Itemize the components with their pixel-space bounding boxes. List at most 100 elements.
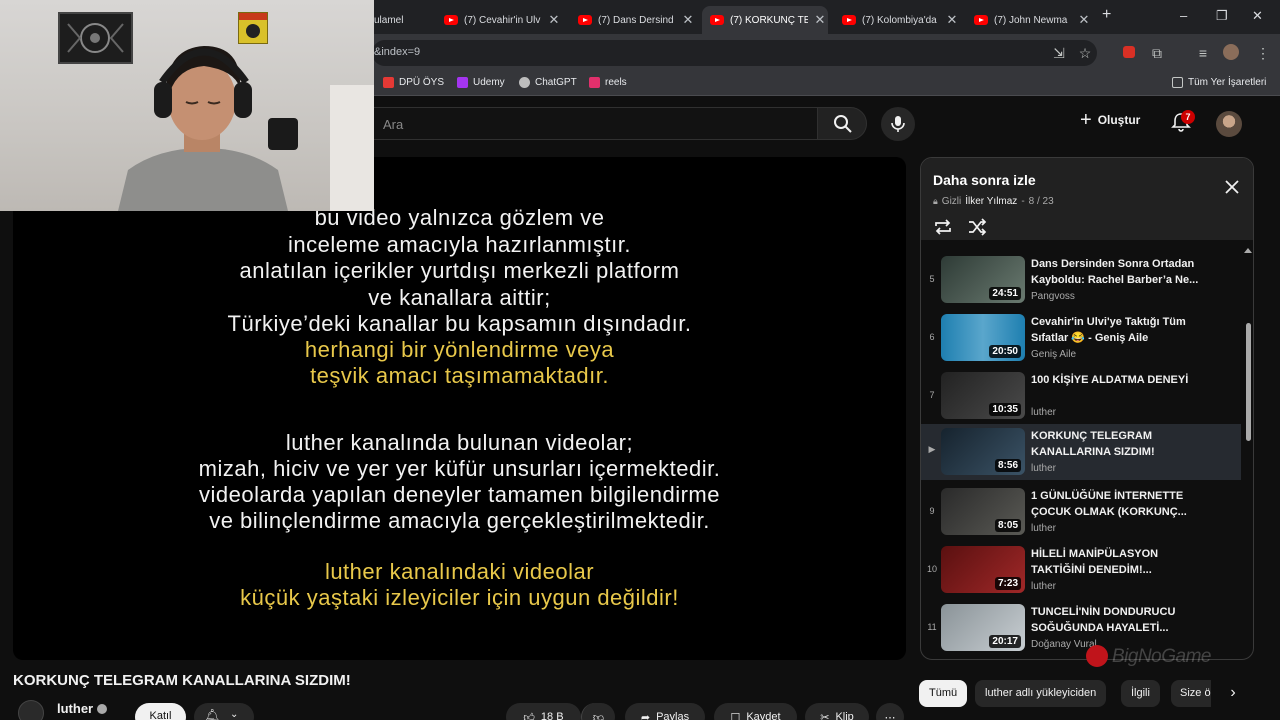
account-avatar[interactable] [1216,111,1242,137]
scroll-up-arrow-icon[interactable] [1244,248,1252,253]
duration-badge: 8:05 [994,519,1021,532]
lock-icon: 🔒︎ [933,196,938,206]
share-button[interactable]: ➦ Paylaş [625,703,705,720]
clip-button[interactable]: ✂ Klip [805,703,869,720]
streamer-image [118,46,288,211]
browser-tab[interactable]: (7) Cevahir'in Ulv ✕ [436,6,564,34]
search-input[interactable]: Ara [372,107,817,140]
chevron-right-icon[interactable]: › [1222,684,1244,704]
extension-red-icon[interactable] [1120,44,1138,62]
playlist-item-channel[interactable]: luther [1031,407,1056,418]
filter-chip-all[interactable]: Tümü [919,680,968,707]
minimize-icon[interactable]: – [1180,8,1187,23]
channel-avatar[interactable] [18,700,44,720]
tab-title: (7) Kolombiya'da [862,14,937,26]
close-icon[interactable] [1223,178,1241,196]
playlist-item[interactable]: 5 24:51 Dans Dersinden Sonra Ortadan Kay… [921,254,1241,310]
playlist-item[interactable]: 7 10:35 100 KİŞİYE ALDATMA DENEYİ luther [921,370,1241,426]
playlist-item[interactable]: 6 20:50 Cevahir'in Ulvi'ye Taktığı Tüm S… [921,312,1241,368]
channel-name[interactable]: luther [57,701,108,716]
save-label: Kaydet [746,711,781,720]
browser-tab[interactable]: (7) John Newma ✕ [966,6,1094,34]
more-actions-button[interactable]: ⋯ [876,703,904,720]
close-icon[interactable]: ✕ [812,12,828,28]
close-icon[interactable]: ✕ [944,12,960,28]
bookmark-item[interactable]: reels [589,77,627,88]
playlist-subtitle: 🔒︎ Gizli İlker Yılmaz - 8 / 23 [933,196,1054,207]
maximize-icon[interactable]: ❐ [1216,8,1228,24]
playlist-item-title[interactable]: HİLELİ MANİPÜLASYON TAKTİĞİNİ DENEDİM!..… [1031,546,1201,578]
address-bar[interactable]: &index=9 [372,40,1097,66]
save-button[interactable]: ☐ Kaydet [714,703,797,720]
playlist-item-title[interactable]: Cevahir'in Ulvi'ye Taktığı Tüm Sıfatlar … [1031,314,1201,346]
browser-tab[interactable]: ulamel [372,6,428,34]
playlist-item-title[interactable]: 1 GÜNLÜĞÜNE İNTERNETTE ÇOCUK OLMAK (KORK… [1031,488,1201,520]
video-player[interactable]: bu video yalnızca gözlem ve inceleme ama… [13,157,906,660]
playlist-item-channel[interactable]: luther [1031,581,1056,592]
dislike-button[interactable]: 👎︎ [581,703,615,720]
video-text-line: inceleme amacıyla hazırlanmıştır. [288,232,631,257]
install-app-icon[interactable]: ⇲ [1050,44,1068,62]
video-thumbnail[interactable]: 7:23 [941,546,1025,593]
all-bookmarks-folder[interactable]: Tüm Yer İşaretleri [1172,77,1266,88]
bookmark-star-icon[interactable]: ☆ [1076,44,1094,62]
video-text-line: ve kanallara aittir; [368,285,551,310]
browser-menu-icon[interactable]: ⋮ [1254,44,1272,62]
subscription-bell-button[interactable]: 🔔︎ ⌄ [194,703,254,720]
playlist-item[interactable]: 10 7:23 HİLELİ MANİPÜLASYON TAKTİĞİNİ DE… [921,544,1241,600]
playlist-item-channel[interactable]: Pangvoss [1031,291,1075,302]
playlist-item-current[interactable]: ▶ 8:56 KORKUNÇ TELEGRAM KANALLARINA SIZD… [921,424,1241,480]
browser-tab[interactable]: (7) Kolombiya'da ✕ [834,6,962,34]
bookmark-item[interactable]: DPÜ ÖYS [383,77,444,88]
playlist-item[interactable]: 9 8:05 1 GÜNLÜĞÜNE İNTERNETTE ÇOCUK OLMA… [921,486,1241,542]
video-thumbnail[interactable]: 10:35 [941,372,1025,419]
playlist-item-channel[interactable]: luther [1031,523,1056,534]
playlist-scrollbar[interactable] [1246,323,1251,441]
playlist-item-channel[interactable]: luther [1031,463,1056,474]
browser-tab-active[interactable]: (7) KORKUNÇ TE ✕ [702,6,828,34]
playlist-item-title[interactable]: 100 KİŞİYE ALDATMA DENEYİ [1031,372,1201,388]
media-icon[interactable]: ≡ [1194,44,1212,62]
shuffle-icon[interactable] [967,218,987,236]
share-icon: ➦ [640,711,651,720]
plus-icon: + [1080,109,1092,131]
bookmark-item[interactable]: Udemy [457,77,505,88]
video-thumbnail[interactable]: 20:50 [941,314,1025,361]
close-icon[interactable]: ✕ [1076,12,1092,28]
profile-icon[interactable] [1222,44,1240,62]
playlist-item-title[interactable]: Dans Dersinden Sonra Ortadan Kayboldu: R… [1031,256,1201,288]
join-button[interactable]: Katıl [135,703,186,720]
extensions-icon[interactable]: ⧉ [1148,44,1166,62]
close-icon[interactable]: ✕ [546,12,562,28]
playlist-owner[interactable]: İlker Yılmaz [965,196,1017,207]
playlist-title[interactable]: Daha sonra izle [933,172,1036,188]
playlist-item-title[interactable]: TUNCELİ'NİN DONDURUCU SOĞUĞUNDA HAYALETİ… [1031,604,1201,636]
like-button[interactable]: 👍︎ 18 B [506,703,581,720]
loop-icon[interactable] [933,218,953,236]
close-icon[interactable]: ✕ [680,12,696,28]
new-tab-icon[interactable]: + [1102,6,1111,24]
search-placeholder: Ara [383,117,404,132]
search-button[interactable] [817,107,867,140]
playlist-item-channel[interactable]: Geniş Aile [1031,349,1076,360]
window-close-icon[interactable]: ✕ [1252,8,1263,24]
bookmark-item[interactable]: ChatGPT [519,77,577,88]
video-thumbnail[interactable]: 20:17 [941,604,1025,651]
browser-tab[interactable]: (7) Dans Dersind ✕ [570,6,698,34]
filter-chip-uploader[interactable]: luther adlı yükleyiciden [975,680,1107,707]
video-thumbnail[interactable]: 24:51 [941,256,1025,303]
video-thumbnail[interactable]: 8:56 [941,428,1025,475]
filter-chip-related[interactable]: İlgili [1121,680,1160,707]
create-button[interactable]: + Oluştur [1080,109,1140,131]
video-thumbnail[interactable]: 8:05 [941,488,1025,535]
tab-title: (7) KORKUNÇ TE [730,14,808,26]
filter-chip-for-you[interactable]: Size ö [1171,680,1211,707]
scissors-icon: ✂ [820,711,830,720]
save-icon: ☐ [730,711,741,720]
voice-search-button[interactable] [881,107,915,141]
playlist-item-channel[interactable]: Doğanay Vural [1031,639,1097,650]
video-text-line: mizah, hiciv ve yer yer küfür unsurları … [198,456,721,481]
playlist-item-title[interactable]: KORKUNÇ TELEGRAM KANALLARINA SIZDIM! [1031,428,1201,460]
tab-title: (7) John Newma [994,14,1068,26]
video-text-line-highlight: teşvik amacı taşımamaktadır. [310,363,609,388]
